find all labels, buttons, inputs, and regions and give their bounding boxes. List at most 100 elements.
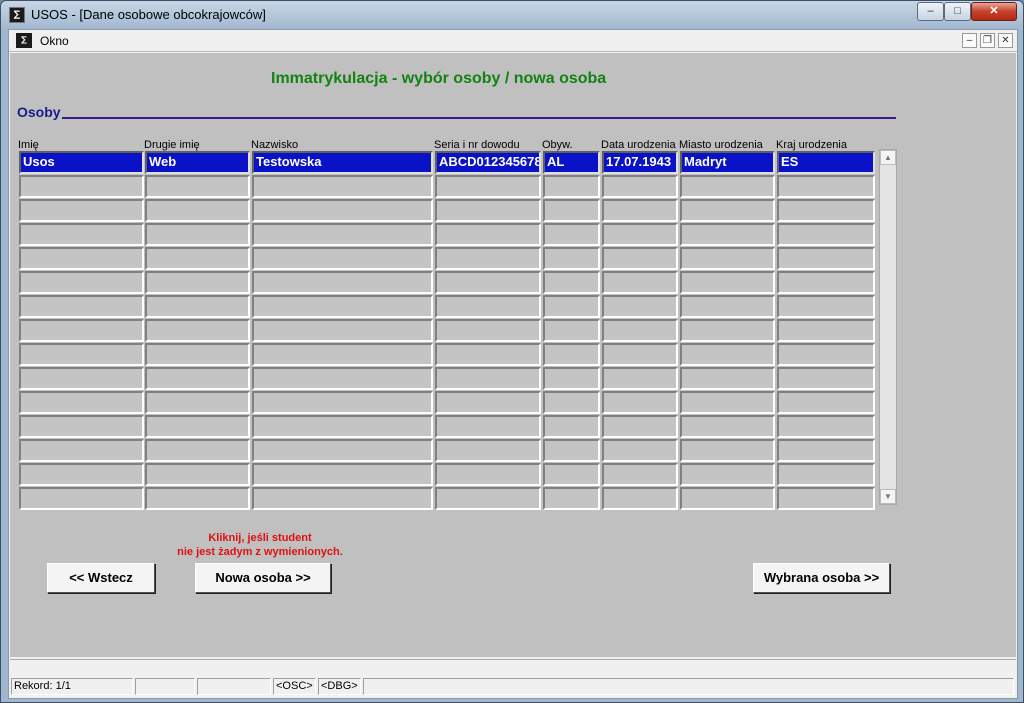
cell-nazwisko[interactable] (252, 463, 433, 486)
cell-drugie-imie[interactable] (145, 367, 250, 390)
cell-drugie-imie[interactable] (145, 343, 250, 366)
cell-data-urodzenia[interactable] (602, 319, 678, 342)
cell-kraj-urodzenia[interactable] (777, 415, 875, 438)
cell-miasto-urodzenia[interactable] (680, 391, 775, 414)
selected-person-button[interactable]: Wybrana osoba >> (753, 563, 890, 593)
table-row[interactable] (10, 439, 890, 462)
cell-miasto-urodzenia[interactable] (680, 487, 775, 510)
cell-miasto-urodzenia[interactable] (680, 367, 775, 390)
cell-obywatelstwo[interactable] (543, 415, 600, 438)
cell-drugie-imie[interactable] (145, 223, 250, 246)
cell-kraj-urodzenia[interactable] (777, 439, 875, 462)
cell-data-urodzenia[interactable] (602, 439, 678, 462)
cell-obywatelstwo[interactable] (543, 463, 600, 486)
cell-kraj-urodzenia[interactable] (777, 487, 875, 510)
cell-kraj-urodzenia[interactable] (777, 223, 875, 246)
cell-imie[interactable] (19, 295, 144, 318)
close-button[interactable]: ✕ (971, 2, 1017, 21)
cell-seria-dowodu[interactable] (435, 391, 541, 414)
cell-obywatelstwo[interactable] (543, 319, 600, 342)
cell-imie[interactable]: Usos (19, 151, 144, 174)
cell-nazwisko[interactable] (252, 247, 433, 270)
cell-obywatelstwo[interactable] (543, 295, 600, 318)
cell-kraj-urodzenia[interactable]: ES (777, 151, 875, 174)
cell-seria-dowodu[interactable] (435, 319, 541, 342)
cell-data-urodzenia[interactable] (602, 223, 678, 246)
cell-imie[interactable] (19, 367, 144, 390)
window-menu-icon[interactable]: ∑ (16, 33, 32, 48)
cell-obywatelstwo[interactable]: AL (543, 151, 600, 174)
table-row[interactable] (10, 487, 890, 510)
table-row[interactable] (10, 247, 890, 270)
table-row[interactable] (10, 223, 890, 246)
cell-imie[interactable] (19, 415, 144, 438)
cell-nazwisko[interactable] (252, 319, 433, 342)
cell-seria-dowodu[interactable] (435, 367, 541, 390)
cell-miasto-urodzenia[interactable] (680, 319, 775, 342)
cell-imie[interactable] (19, 439, 144, 462)
cell-miasto-urodzenia[interactable] (680, 463, 775, 486)
cell-imie[interactable] (19, 487, 144, 510)
cell-drugie-imie[interactable] (145, 295, 250, 318)
cell-seria-dowodu[interactable] (435, 175, 541, 198)
table-row[interactable] (10, 175, 890, 198)
cell-obywatelstwo[interactable] (543, 271, 600, 294)
cell-imie[interactable] (19, 463, 144, 486)
cell-drugie-imie[interactable] (145, 247, 250, 270)
table-row[interactable] (10, 295, 890, 318)
menu-item-okno[interactable]: Okno (40, 34, 69, 48)
mdi-minimize-button[interactable]: – (962, 33, 977, 48)
cell-miasto-urodzenia[interactable] (680, 247, 775, 270)
mdi-restore-button[interactable]: ❐ (980, 33, 995, 48)
cell-miasto-urodzenia[interactable]: Madryt (680, 151, 775, 174)
cell-miasto-urodzenia[interactable] (680, 439, 775, 462)
cell-drugie-imie[interactable]: Web (145, 151, 250, 174)
cell-seria-dowodu[interactable] (435, 271, 541, 294)
cell-nazwisko[interactable] (252, 223, 433, 246)
cell-data-urodzenia[interactable] (602, 463, 678, 486)
cell-kraj-urodzenia[interactable] (777, 391, 875, 414)
cell-nazwisko[interactable] (252, 439, 433, 462)
cell-obywatelstwo[interactable] (543, 439, 600, 462)
cell-imie[interactable] (19, 247, 144, 270)
cell-kraj-urodzenia[interactable] (777, 271, 875, 294)
scroll-up-arrow-icon[interactable]: ▲ (880, 150, 896, 165)
cell-drugie-imie[interactable] (145, 487, 250, 510)
cell-seria-dowodu[interactable] (435, 439, 541, 462)
cell-drugie-imie[interactable] (145, 391, 250, 414)
cell-miasto-urodzenia[interactable] (680, 343, 775, 366)
maximize-button[interactable]: □ (944, 2, 971, 21)
cell-data-urodzenia[interactable] (602, 175, 678, 198)
cell-seria-dowodu[interactable] (435, 295, 541, 318)
table-row[interactable]: Usos Web Testowska ABCD0123456789 AL 17.07.19… (10, 151, 890, 174)
cell-imie[interactable] (19, 319, 144, 342)
table-row[interactable] (10, 319, 890, 342)
cell-kraj-urodzenia[interactable] (777, 295, 875, 318)
table-row[interactable] (10, 199, 890, 222)
cell-seria-dowodu[interactable]: ABCD0123456789 (435, 151, 541, 174)
cell-nazwisko[interactable] (252, 391, 433, 414)
cell-data-urodzenia[interactable] (602, 271, 678, 294)
table-row[interactable] (10, 415, 890, 438)
cell-imie[interactable] (19, 175, 144, 198)
cell-imie[interactable] (19, 343, 144, 366)
cell-seria-dowodu[interactable] (435, 415, 541, 438)
cell-nazwisko[interactable] (252, 367, 433, 390)
cell-nazwisko[interactable] (252, 343, 433, 366)
cell-data-urodzenia[interactable] (602, 247, 678, 270)
cell-kraj-urodzenia[interactable] (777, 319, 875, 342)
cell-nazwisko[interactable] (252, 271, 433, 294)
cell-data-urodzenia[interactable] (602, 343, 678, 366)
cell-miasto-urodzenia[interactable] (680, 175, 775, 198)
cell-kraj-urodzenia[interactable] (777, 367, 875, 390)
cell-seria-dowodu[interactable] (435, 487, 541, 510)
cell-kraj-urodzenia[interactable] (777, 175, 875, 198)
cell-miasto-urodzenia[interactable] (680, 415, 775, 438)
cell-obywatelstwo[interactable] (543, 199, 600, 222)
cell-obywatelstwo[interactable] (543, 367, 600, 390)
cell-seria-dowodu[interactable] (435, 247, 541, 270)
cell-data-urodzenia[interactable] (602, 415, 678, 438)
cell-drugie-imie[interactable] (145, 415, 250, 438)
cell-seria-dowodu[interactable] (435, 463, 541, 486)
new-person-button[interactable]: Nowa osoba >> (195, 563, 331, 593)
